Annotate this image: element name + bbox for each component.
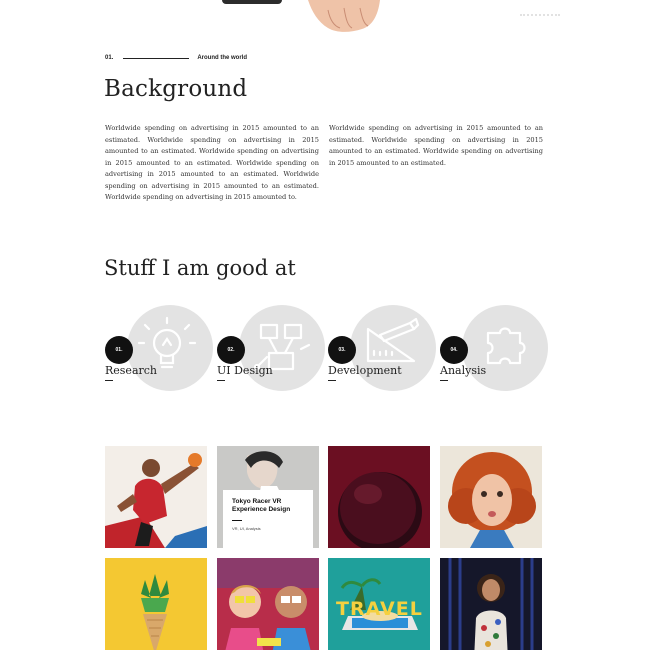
peach-image xyxy=(328,446,430,548)
project-card-tags: VR, UI, Analysis xyxy=(232,526,261,531)
portfolio-tile-kids[interactable] xyxy=(217,558,319,650)
skill-name: UI Design xyxy=(217,364,273,377)
skill-name: Development xyxy=(328,364,402,377)
skill-circle xyxy=(462,305,548,391)
portfolio-tile-travel[interactable]: TRAVEL xyxy=(328,558,430,650)
project-card-title: Tokyo Racer VR Experience Design xyxy=(232,498,291,513)
kids-with-glasses-image xyxy=(217,558,319,650)
skill-circle xyxy=(127,305,213,391)
project-card-divider xyxy=(232,520,242,521)
section-number: 01. xyxy=(105,55,114,61)
skill-underline xyxy=(217,380,225,381)
skill-number-badge: 01. xyxy=(105,336,133,364)
travel-title: TRAVEL xyxy=(336,598,423,620)
skills-heading: Stuff I am good at xyxy=(104,256,296,280)
skill-circle xyxy=(239,305,325,391)
basketball-player-image xyxy=(105,446,207,548)
section-label: 01. Around the world xyxy=(105,53,247,63)
ruler-pencil-icon xyxy=(366,317,420,363)
project-card[interactable]: Tokyo Racer VR Experience Design VR, UI,… xyxy=(223,490,313,548)
pineapple-cone-image xyxy=(105,558,207,650)
skill-name: Analysis xyxy=(440,364,487,377)
skill-underline xyxy=(440,380,448,381)
divider-dots xyxy=(520,14,560,16)
lightbulb-icon xyxy=(137,316,197,369)
puzzle-icon xyxy=(486,327,526,365)
background-paragraph-right: Worldwide spending on advertising in 201… xyxy=(329,124,543,167)
portfolio-tile-peach[interactable] xyxy=(328,446,430,548)
portfolio-tile-tokyo-racer[interactable]: Tokyo Racer VR Experience Design VR, UI,… xyxy=(217,446,319,548)
section-label-text: Around the world xyxy=(197,55,248,61)
hand-image xyxy=(308,0,380,32)
woman-on-stage-image xyxy=(440,558,542,650)
skill-underline xyxy=(328,380,336,381)
hero-shape xyxy=(222,0,282,4)
skill-number-badge: 02. xyxy=(217,336,245,364)
skill-analysis: 04. Analysis xyxy=(440,303,550,393)
skill-number-badge: 04. xyxy=(440,336,468,364)
skill-number-badge: 03. xyxy=(328,336,356,364)
skill-name: Research xyxy=(105,364,158,377)
section-label-line xyxy=(123,57,190,59)
portfolio-tile-stage[interactable] xyxy=(440,558,542,650)
skill-underline xyxy=(105,380,113,381)
wireframe-icon xyxy=(253,323,311,371)
redhead-woman-image xyxy=(440,446,542,548)
skill-ui-design: 02. UI Design xyxy=(217,303,327,393)
background-paragraph-left: Worldwide spending on advertising in 201… xyxy=(105,124,319,201)
portfolio-tile-pineapple[interactable] xyxy=(105,558,207,650)
portfolio-tile-redhead[interactable] xyxy=(440,446,542,548)
hero-image xyxy=(0,0,650,34)
skill-circle xyxy=(350,305,436,391)
portfolio-tile-basketball[interactable] xyxy=(105,446,207,548)
skill-research: 01. Research xyxy=(105,303,215,393)
background-heading: Background xyxy=(104,76,248,102)
skill-development: 03. Development xyxy=(328,303,438,393)
